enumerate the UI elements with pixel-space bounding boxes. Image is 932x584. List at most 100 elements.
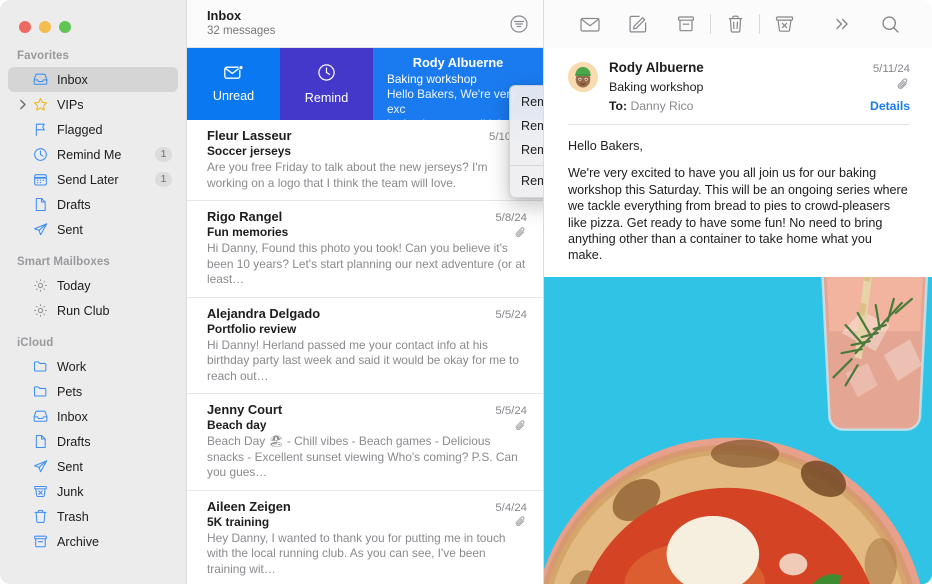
- message-subject: Baking workshop: [609, 80, 704, 94]
- message-sender: Aileen Zeigen: [207, 498, 291, 514]
- message-row[interactable]: Jenny Court 5/5/24 Beach day Beach Day 🏖 - …: [187, 394, 543, 491]
- junk-button[interactable]: [760, 7, 808, 41]
- sidebar-item-vips[interactable]: VIPs: [8, 92, 178, 117]
- unread-envelope-icon: [223, 65, 244, 83]
- sidebar-item-send-later[interactable]: Send Later 1: [8, 167, 178, 192]
- message-sender: Jenny Court: [207, 402, 283, 417]
- sender-name: Rody Albuerne: [609, 60, 704, 75]
- sidebar-item-drafts[interactable]: Drafts: [8, 192, 178, 217]
- trash-icon: [31, 509, 50, 524]
- sidebar-item-label: Inbox: [57, 409, 88, 424]
- swipe-remind-label: Remind: [304, 91, 349, 105]
- sidebar-item-label: Today: [57, 278, 91, 293]
- sidebar-item-label: Run Club: [57, 303, 110, 318]
- remind-me-context-menu[interactable]: Remind Me in 1 HourRemind Me TonightRemi…: [509, 85, 543, 198]
- message-subject: 5K training: [207, 514, 270, 529]
- menu-item-remind-me-tonight[interactable]: Remind Me Tonight: [510, 114, 543, 138]
- junk-icon: [31, 484, 50, 499]
- message-subject: Beach day: [207, 418, 267, 432]
- sidebar-item-archive[interactable]: Archive: [8, 529, 178, 554]
- mailbox-title: Inbox: [207, 8, 242, 23]
- sidebar-item-drafts[interactable]: Drafts: [8, 429, 178, 454]
- sidebar-item-remind-me[interactable]: Remind Me 1: [8, 142, 178, 167]
- sidebar-item-today[interactable]: Today: [8, 273, 178, 298]
- sidebar-item-label: Sent: [57, 459, 83, 474]
- close-button[interactable]: [19, 20, 31, 33]
- sidebar-item-label: VIPs: [57, 97, 84, 112]
- sidebar-item-trash[interactable]: Trash: [8, 504, 178, 529]
- message-list-column: Inbox 32 messages Unread Remind Rody Alb…: [186, 0, 544, 584]
- message-attachment-photo[interactable]: [544, 276, 932, 584]
- paperclip-icon: [515, 515, 527, 528]
- swipe-unread-label: Unread: [212, 89, 255, 103]
- selected-message-from: Rody Albuerne: [412, 55, 504, 70]
- details-link[interactable]: Details: [870, 99, 910, 113]
- sidebar-item-work[interactable]: Work: [8, 354, 178, 379]
- message-count: 32 messages: [207, 25, 276, 37]
- sidebar-item-junk[interactable]: Junk: [8, 479, 178, 504]
- sidebar-item-label: Sent: [57, 222, 83, 237]
- delete-button[interactable]: [711, 7, 759, 41]
- message-sender: Alejandra Delgado: [207, 305, 321, 321]
- gear-icon: [31, 303, 50, 318]
- to-value: Danny Rico: [630, 99, 694, 113]
- mark-unread-button[interactable]: [566, 7, 614, 41]
- sidebar-item-run-club[interactable]: Run Club: [8, 298, 178, 323]
- body-paragraph: Hello Bakers,: [568, 139, 643, 153]
- message-row[interactable]: Alejandra Delgado 5/5/24 Portfolio review H…: [187, 298, 543, 394]
- unread-badge: 1: [155, 172, 172, 187]
- sidebar-item-inbox[interactable]: Inbox: [8, 404, 178, 429]
- sidebar-item-pets[interactable]: Pets: [8, 379, 178, 404]
- message-sender: Fleur Lasseur: [207, 128, 292, 143]
- sidebar-item-label: Remind Me: [57, 147, 122, 162]
- paper-plane-icon: [31, 222, 50, 237]
- compose-button[interactable]: [614, 7, 662, 41]
- clock-icon: [317, 63, 336, 85]
- sidebar-item-label: Archive: [57, 534, 99, 549]
- message-row[interactable]: Rigo Rangel 5/8/24 Fun memories Hi Danny, F…: [187, 201, 543, 298]
- sidebar-item-label: Pets: [57, 384, 83, 399]
- message-date: 5/4/24: [495, 501, 527, 514]
- zoom-button[interactable]: [59, 20, 71, 33]
- document-icon: [31, 197, 50, 212]
- reading-pane: Rody Albuerne 5/11/24 Baking workshop To…: [544, 0, 932, 584]
- menu-item-remind-me-tomorrow[interactable]: Remind Me Tomorrow: [510, 138, 543, 162]
- recipient-line: To: Danny Rico: [609, 97, 870, 115]
- sidebar-group-title: Smart Mailboxes: [17, 256, 110, 268]
- message-sender: Rigo Rangel: [207, 209, 283, 224]
- star-icon: [31, 97, 50, 112]
- unread-badge: 1: [155, 147, 172, 162]
- sidebar-item-inbox[interactable]: Inbox: [8, 67, 178, 92]
- more-button[interactable]: [818, 7, 866, 41]
- sidebar-item-sent[interactable]: Sent: [8, 454, 178, 479]
- inbox-icon: [31, 72, 50, 87]
- archive-button[interactable]: [662, 7, 710, 41]
- message-subject: Soccer jerseys: [207, 144, 291, 158]
- menu-item-remind-me-later[interactable]: Remind Me Later...: [510, 169, 543, 193]
- paperclip-icon: [515, 226, 527, 239]
- selected-message-preview-1: Hello Bakers, We're very exc: [387, 87, 517, 116]
- sidebar-item-sent[interactable]: Sent: [8, 217, 178, 242]
- calendar-icon: [31, 172, 50, 187]
- message-subject: Portfolio review: [207, 321, 297, 336]
- swipe-unread-button[interactable]: Unread: [187, 48, 280, 120]
- sidebar-item-label: Flagged: [57, 122, 103, 137]
- sidebar-item-flagged[interactable]: Flagged: [8, 117, 178, 142]
- mail-window: Favorites Inbox VIPs Flagged Remind Me 1 Send …: [0, 0, 932, 584]
- swipe-remind-button[interactable]: Remind: [280, 48, 373, 120]
- document-icon: [31, 434, 50, 449]
- filter-icon[interactable]: [509, 14, 529, 34]
- window-controls: [0, 0, 186, 36]
- chevron-right-icon[interactable]: [17, 99, 29, 110]
- message-row[interactable]: Aileen Zeigen 5/4/24 5K training Hey Danny,…: [187, 491, 543, 584]
- message-header: Rody Albuerne 5/11/24 Baking workshop To…: [544, 48, 932, 115]
- avatar: [568, 62, 598, 92]
- sidebar-item-label: Drafts: [57, 434, 91, 449]
- paper-plane-icon: [31, 459, 50, 474]
- minimize-button[interactable]: [39, 20, 51, 33]
- search-icon[interactable]: [866, 7, 914, 41]
- menu-item-remind-me-in-1-hour[interactable]: Remind Me in 1 Hour: [510, 90, 543, 114]
- message-row[interactable]: Fleur Lasseur 5/10/24 Soccer jerseys Are yo…: [187, 120, 543, 201]
- message-preview: Hey Danny, I wanted to thank you for put…: [207, 530, 506, 576]
- body-paragraph: We're very excited to have you all join …: [568, 166, 908, 263]
